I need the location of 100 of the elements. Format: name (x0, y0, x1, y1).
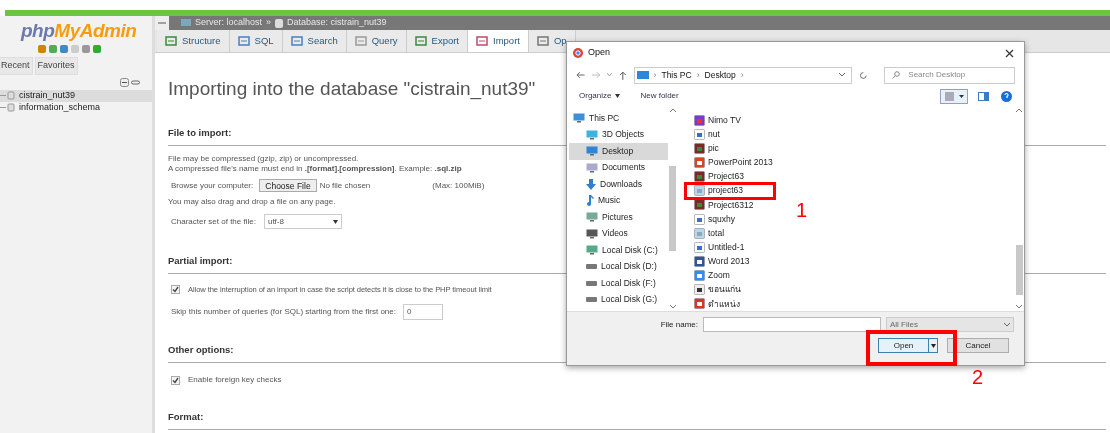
section-legend: Partial import: (168, 255, 233, 266)
tab-icon (354, 35, 367, 47)
step-number: 1 (796, 198, 808, 222)
logo[interactable]: phpMyAdmin (21, 20, 152, 42)
tab[interactable]: Import (468, 30, 529, 52)
scrollbar-thumb[interactable] (669, 166, 676, 251)
sidebar-tab[interactable]: Recent (0, 57, 33, 75)
new-folder-button[interactable]: New folder (640, 90, 679, 102)
up-arrow-icon[interactable] (618, 70, 627, 80)
scroll-up-icon[interactable] (669, 108, 676, 112)
tab-icon (290, 35, 303, 47)
help-text: A compressed file's name must end in .[format].[compression]. Example: .sql.zip (168, 164, 462, 174)
preview-pane-icon[interactable] (978, 91, 989, 101)
chevron-down-icon (1004, 322, 1010, 327)
scroll-down-icon[interactable] (1016, 305, 1022, 309)
field-label: File name: (660, 318, 698, 331)
file-item[interactable]: PowerPoint 2013 (694, 155, 773, 170)
nav-item[interactable]: Music (569, 192, 668, 209)
back-arrow-icon[interactable] (576, 71, 585, 79)
file-item[interactable]: Project63 (694, 169, 744, 184)
charset-select[interactable]: utf-8 (263, 214, 342, 229)
search-field[interactable]: Search Desktop (884, 66, 1015, 84)
image-file-icon (694, 241, 705, 253)
drive-icon (586, 280, 597, 286)
file-item[interactable]: pic (694, 141, 719, 156)
file-item[interactable]: Untitled-1 (694, 240, 745, 255)
scrollbar-thumb[interactable] (1015, 245, 1023, 295)
help-text: You may also drag and drop a file on any page. (168, 196, 336, 208)
checkbox-label: Enable foreign key checks (188, 374, 282, 387)
monitor-icon (586, 146, 598, 157)
caret-icon (332, 219, 338, 224)
organize-menu[interactable]: Organize (579, 90, 621, 102)
tab[interactable]: Export (406, 30, 468, 52)
image-file-icon (694, 128, 705, 140)
nav-item[interactable]: 3D Objects (569, 126, 668, 143)
close-icon[interactable] (1005, 48, 1014, 58)
field-label: Character set of the file: (171, 215, 256, 228)
down-arrow-icon (586, 178, 596, 190)
nav-item[interactable]: Downloads (569, 176, 668, 193)
file-icon (694, 185, 705, 197)
file-item[interactable]: nut (694, 127, 720, 142)
tab-icon (476, 35, 488, 47)
view-options-icon[interactable] (940, 88, 968, 104)
nav-item[interactable]: Local Disk (C:) (569, 242, 668, 259)
database-icon (275, 18, 284, 28)
file-item[interactable]: Project6312 (694, 197, 754, 212)
monitor-icon (573, 113, 585, 124)
nav-item[interactable]: Local Disk (D:) (569, 258, 668, 275)
nav-item[interactable]: Local Disk (F:) (569, 275, 668, 292)
collapse-icon[interactable] (120, 77, 129, 87)
nav-item[interactable]: This PC (569, 110, 668, 127)
file-icon (694, 142, 705, 154)
nav-item[interactable]: Videos (569, 225, 668, 242)
nav-item[interactable]: Local Disk (G:) (569, 291, 668, 308)
nav-item[interactable]: Documents (569, 159, 668, 176)
scroll-down-icon[interactable] (669, 305, 676, 309)
file-item[interactable]: ขอนแก่น (694, 282, 741, 297)
file-item[interactable]: project63 (694, 183, 743, 198)
caret-icon (615, 94, 621, 98)
link-icon[interactable] (131, 77, 140, 87)
file-item[interactable]: Zoom (694, 268, 730, 283)
field-label: Skip this number of queries (for SQL) starting from the first one: (171, 306, 396, 319)
skip-count-field[interactable]: 0 (403, 304, 443, 321)
forward-arrow-icon[interactable] (591, 71, 601, 79)
music-note-icon (586, 195, 594, 207)
database-item[interactable]: information_schema (0, 101, 152, 114)
address-bar[interactable]: › This PC › Desktop › (633, 66, 852, 84)
file-item[interactable]: Word 2013 (694, 254, 750, 269)
cancel-button[interactable]: Cancel (947, 338, 1009, 353)
tab-icon (165, 35, 177, 47)
file-icon (694, 171, 705, 183)
checkbox[interactable] (171, 285, 180, 295)
section-legend: Format: (168, 411, 204, 423)
tab[interactable]: Query (346, 30, 407, 52)
breadcrumb-separator: » (266, 16, 272, 30)
scroll-up-icon[interactable] (1016, 108, 1022, 112)
image-file-icon (694, 213, 705, 225)
nav-item[interactable]: Pictures (569, 209, 668, 226)
choose-file-button[interactable]: Choose File (259, 179, 317, 192)
help-icon[interactable] (1001, 90, 1012, 102)
nav-item[interactable]: Desktop (569, 143, 668, 160)
sidebar-tab[interactable]: Favorites (34, 57, 78, 75)
file-item[interactable]: Nimo TV (694, 113, 741, 128)
server-icon (181, 18, 191, 28)
file-item[interactable]: squxhy (694, 212, 735, 227)
chevron-down-icon[interactable] (607, 73, 612, 77)
file-item[interactable]: ตำแหน่ง (694, 296, 740, 311)
checkbox[interactable] (171, 375, 180, 385)
file-type-select[interactable]: All Files (886, 317, 1014, 332)
open-split-button[interactable]: Open (878, 338, 938, 353)
tab[interactable]: Search (282, 30, 347, 52)
max-size-text: (Max: 100MiB) (432, 179, 485, 192)
tab[interactable]: Structure (157, 30, 230, 52)
caret-icon (930, 343, 936, 348)
refresh-icon[interactable] (858, 70, 868, 80)
database-item[interactable]: cistrain_nut39 (0, 89, 152, 102)
tab[interactable]: SQL (229, 30, 283, 52)
file-icon (694, 298, 705, 310)
file-name-field[interactable] (703, 317, 881, 332)
file-item[interactable]: total (694, 226, 725, 241)
